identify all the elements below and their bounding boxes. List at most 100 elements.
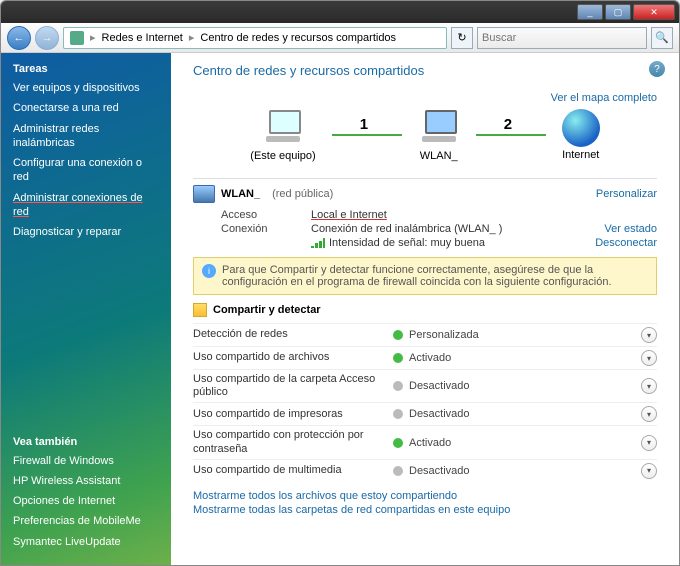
view-status-link[interactable]: Ver estado [604,223,657,235]
show-shared-folders-link[interactable]: Mostrarme todas las carpetas de red comp… [193,504,657,516]
status-dot [393,381,403,391]
status-dot [393,466,403,476]
expand-button[interactable]: ▾ [641,435,657,451]
share-rows: Detección de redesPersonalizada▾Uso comp… [193,323,657,482]
network-name: WLAN_ [221,188,260,200]
info-box: i Para que Compartir y detectar funcione… [193,257,657,295]
info-text: Para que Compartir y detectar funcione c… [222,264,648,288]
row-value: Desactivado [409,408,470,420]
sidebar-item-setup[interactable]: Configurar una conexión o red [13,156,159,185]
row-value: Personalizada [409,329,479,341]
pc-icon [262,108,304,148]
share-row: Uso compartido de impresoras Desactivado ▾ [193,402,657,425]
address-bar[interactable]: ▸ Redes e Internet ▸ Centro de redes y r… [63,27,447,49]
sidebar-item-connect[interactable]: Conectarse a una red [13,101,159,115]
content: Tareas Ver equipos y dispositivos Conect… [1,53,679,565]
breadcrumb-sep: ▸ [189,31,195,44]
sidebar-item-hp-wireless[interactable]: HP Wireless Assistant [13,474,159,488]
network-icon [70,31,84,45]
customize-link[interactable]: Personalizar [596,188,657,200]
share-row: Uso compartido de archivos Activado ▾ [193,346,657,369]
link-2: 2 [476,134,546,136]
row-label: Uso compartido con protección por contra… [193,429,393,455]
network-adapter-icon [193,185,215,203]
share-row: Uso compartido con protección por contra… [193,425,657,458]
router-icon [418,108,460,148]
window: _ ▢ ✕ ← → ▸ Redes e Internet ▸ Centro de… [0,0,680,566]
minimize-button[interactable]: _ [577,4,603,20]
status-dot [393,409,403,419]
expand-button[interactable]: ▾ [641,350,657,366]
show-shared-files-link[interactable]: Mostrarme todos los archivos que estoy c… [193,490,657,502]
network-type: (red pública) [272,188,333,200]
view-full-map-link[interactable]: Ver el mapa completo [551,92,657,104]
row-value: Desactivado [409,380,470,392]
network-diagram: (Este equipo) 1 WLAN_ 2 Internet [221,108,629,162]
sidebar-item-diagnose[interactable]: Diagnosticar y reparar [13,225,159,239]
network-header: WLAN_ (red pública) Personalizar [193,178,657,203]
breadcrumb-sep: ▸ [90,31,96,44]
row-label: Uso compartido de archivos [193,351,393,364]
footer-links: Mostrarme todos los archivos que estoy c… [193,490,657,516]
signal-icon [311,238,325,248]
sidebar-item-internet-options[interactable]: Opciones de Internet [13,494,159,508]
access-value: Local e Internet [311,209,387,221]
link1-label: 1 [360,116,368,133]
tasks-header: Tareas [13,63,159,75]
sidebar-item-mobileme[interactable]: Preferencias de MobileMe [13,514,159,528]
row-value: Activado [409,352,451,364]
sidebar-item-manage-connections[interactable]: Administrar conexiones de red [13,191,159,220]
expand-button[interactable]: ▾ [641,327,657,343]
share-row: Detección de redes Personalizada ▾ [193,323,657,346]
expand-button[interactable]: ▾ [641,406,657,422]
share-row: Uso compartido de la carpeta Acceso públ… [193,369,657,402]
node-internet[interactable]: Internet [562,109,600,161]
share-title: Compartir y detectar [213,304,321,316]
access-label: Acceso [221,209,311,221]
status-dot [393,438,403,448]
sidebar: Tareas Ver equipos y dispositivos Conect… [1,53,171,565]
close-button[interactable]: ✕ [633,4,675,20]
row-label: Uso compartido de impresoras [193,408,393,421]
navbar: ← → ▸ Redes e Internet ▸ Centro de redes… [1,23,679,53]
page-title: Centro de redes y recursos compartidos [193,63,657,78]
connection-label: Conexión [221,223,311,235]
see-also-header: Vea también [13,436,159,448]
expand-button[interactable]: ▾ [641,463,657,479]
share-section-title: Compartir y detectar [193,303,657,317]
expand-button[interactable]: ▾ [641,378,657,394]
row-label: Detección de redes [193,328,393,341]
search-box[interactable] [477,27,647,49]
node-this-pc[interactable]: (Este equipo) [250,108,315,162]
row-value: Desactivado [409,465,470,477]
sidebar-item-symantec[interactable]: Symantec LiveUpdate [13,535,159,549]
refresh-button[interactable]: ↻ [451,27,473,49]
link-1: 1 [332,134,402,136]
disconnect-link[interactable]: Desconectar [595,237,657,249]
help-icon[interactable]: ? [649,61,665,77]
share-icon [193,303,207,317]
search-icon[interactable]: 🔍 [651,27,673,49]
back-button[interactable]: ← [7,26,31,50]
sidebar-item-wireless[interactable]: Administrar redes inalámbricas [13,122,159,151]
status-dot [393,330,403,340]
breadcrumb-2[interactable]: Centro de redes y recursos compartidos [200,32,396,44]
row-value: Activado [409,437,451,449]
globe-icon [562,109,600,147]
link2-label: 2 [504,116,512,133]
breadcrumb-1[interactable]: Redes e Internet [102,32,183,44]
sidebar-item-devices[interactable]: Ver equipos y dispositivos [13,81,159,95]
main-panel: ? Centro de redes y recursos compartidos… [171,53,679,565]
forward-button[interactable]: → [35,26,59,50]
sidebar-item-firewall[interactable]: Firewall de Windows [13,454,159,468]
maximize-button[interactable]: ▢ [605,4,631,20]
info-icon: i [202,264,216,278]
internet-label: Internet [562,149,599,161]
status-dot [393,353,403,363]
share-row: Uso compartido de multimedia Desactivado ▾ [193,459,657,482]
node-wlan[interactable]: WLAN_ [418,108,460,162]
search-input[interactable] [482,32,642,44]
pc-label: (Este equipo) [250,150,315,162]
row-label: Uso compartido de multimedia [193,464,393,477]
connection-value: Conexión de red inalámbrica (WLAN_ ) [311,223,502,235]
